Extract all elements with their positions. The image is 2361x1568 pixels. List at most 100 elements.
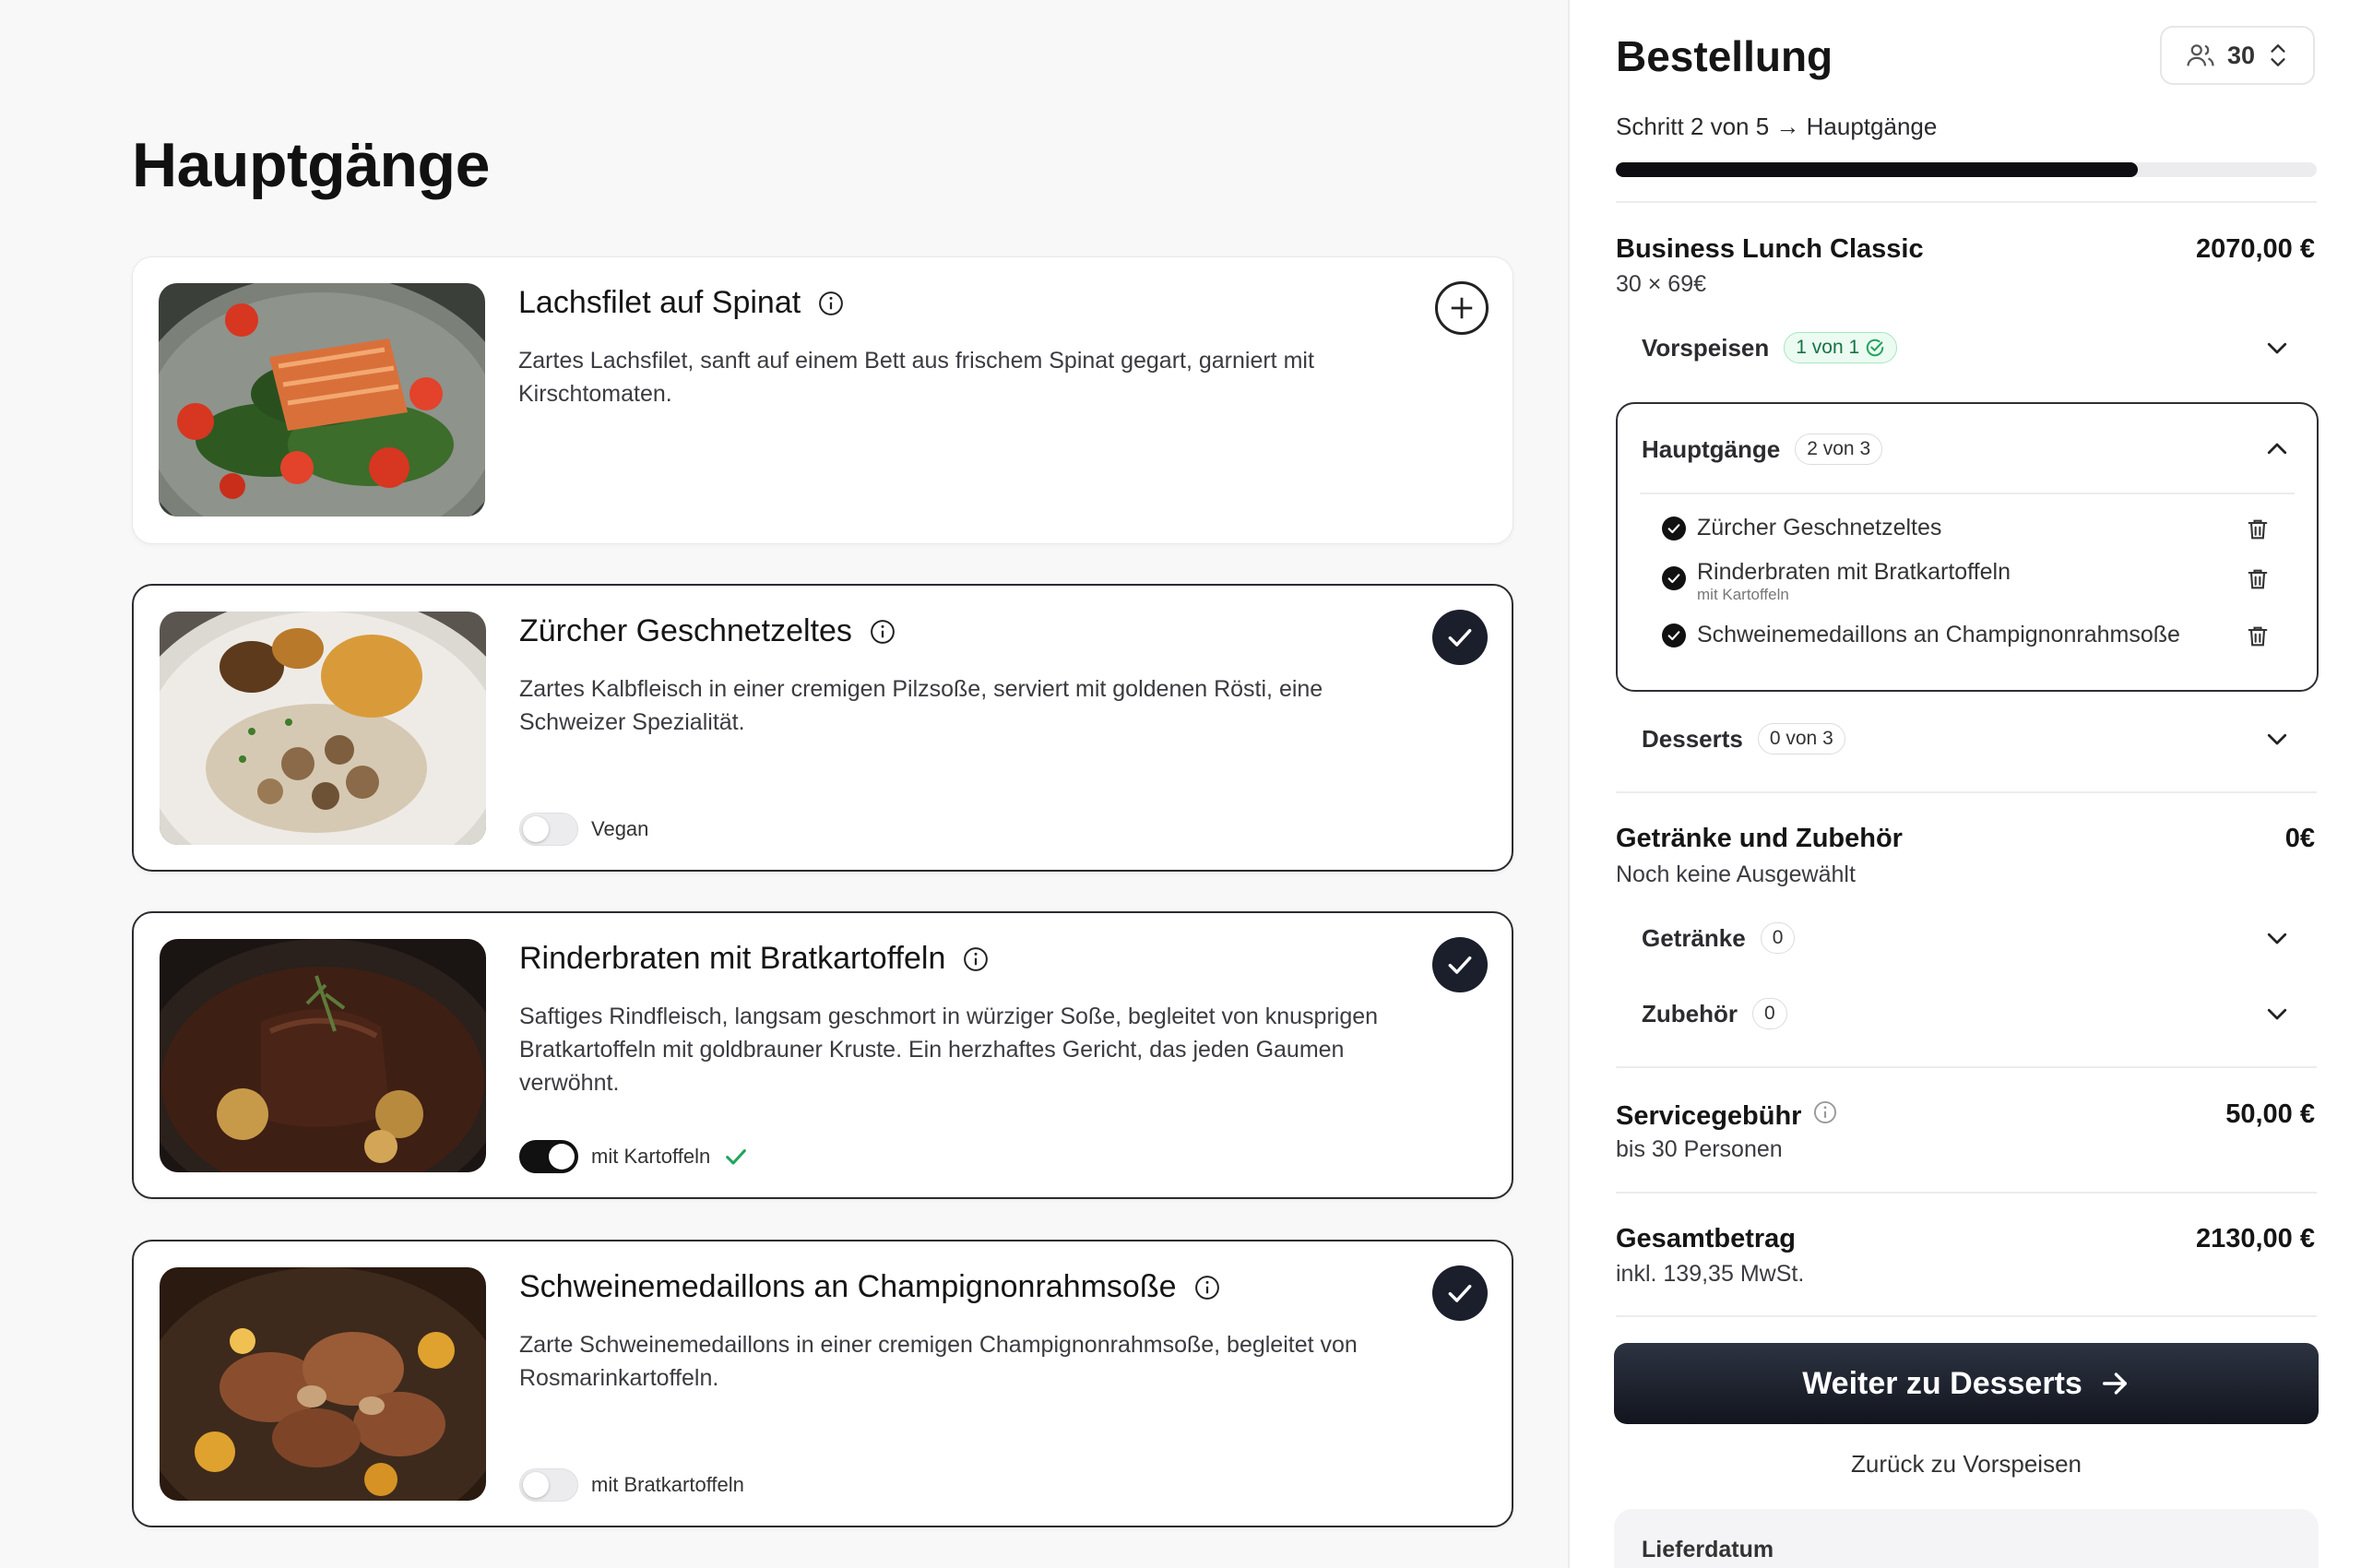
dish-name: Lachsfilet auf Spinat xyxy=(518,285,801,320)
service-subtitle: bis 30 Personen xyxy=(1616,1136,1783,1162)
chevron-up-icon[interactable] xyxy=(2263,435,2291,463)
category-hauptgaenge[interactable]: Hauptgänge 2 von 3 xyxy=(1642,434,2291,465)
divider xyxy=(1616,201,2317,203)
delivery-date-section[interactable]: Lieferdatum xyxy=(1614,1509,2319,1568)
chevron-down-icon[interactable] xyxy=(2263,725,2291,753)
package-name: Business Lunch Classic xyxy=(1616,234,1924,264)
selected-item: Schweinemedaillons an Champignonrahmsoße xyxy=(1662,620,2271,649)
divider xyxy=(1616,791,2317,793)
total-subtitle: inkl. 139,35 MwSt. xyxy=(1616,1261,1805,1287)
progress-bar xyxy=(1616,162,2317,177)
dish-description: Saftiges Rindfleisch, langsam geschmort … xyxy=(519,1004,1379,1096)
option-label: mit Kartoffeln xyxy=(591,1145,711,1168)
category-zubehoer[interactable]: Zubehör 0 xyxy=(1642,998,2291,1029)
category-hauptgaenge-expanded: Hauptgänge 2 von 3 Zürcher Geschnetzelte… xyxy=(1616,402,2319,692)
category-count-badge: 1 von 1 xyxy=(1784,332,1898,363)
dish-image-salmon xyxy=(159,283,485,517)
delivery-label: Lieferdatum xyxy=(1642,1537,1774,1562)
dish-description: Zarte Schweinemedaillons in einer cremig… xyxy=(519,1332,1358,1391)
option-label: mit Bratkartoffeln xyxy=(591,1473,744,1496)
chevron-down-icon[interactable] xyxy=(2263,924,2291,952)
check-icon xyxy=(1448,628,1472,647)
guest-count: 30 xyxy=(2226,41,2256,69)
selected-item-note: mit Kartoffeln xyxy=(1697,586,1789,603)
divider xyxy=(1616,1315,2317,1317)
selected-item-name: Schweinemedaillons an Champignonrahmsoße xyxy=(1697,622,2180,647)
dish-card-lachsfilet[interactable]: Lachsfilet auf Spinat Zartes Lachsfilet,… xyxy=(132,256,1513,544)
add-dish-button[interactable] xyxy=(1435,281,1489,335)
package-detail: 30 × 69€ xyxy=(1616,271,1707,297)
selected-item: Rinderbraten mit Bratkartoffeln mit Kart… xyxy=(1662,557,2271,603)
step-indicator: Schritt 2 von 5 → Hauptgänge xyxy=(1616,113,1938,140)
dish-card-zuercher-geschnetzeltes[interactable]: Zürcher Geschnetzeltes Zartes Kalbfleisc… xyxy=(132,584,1513,872)
category-count-badge: 2 von 3 xyxy=(1795,434,1883,465)
chevron-up-down-icon xyxy=(2271,44,2285,66)
service-price: 50,00 € xyxy=(2225,1099,2315,1129)
package-price: 2070,00 € xyxy=(2195,234,2315,264)
dish-option: mit Bratkartoffeln xyxy=(519,1468,744,1502)
info-icon[interactable] xyxy=(1812,1099,1838,1133)
vegan-toggle[interactable] xyxy=(519,813,578,846)
button-label: Weiter zu Desserts xyxy=(1802,1365,2082,1401)
arrow-right-icon xyxy=(2102,1372,2127,1395)
category-label: Desserts xyxy=(1642,724,1743,753)
dish-description: Zartes Lachsfilet, sanft auf einem Bett … xyxy=(518,348,1314,407)
trash-icon[interactable] xyxy=(2245,517,2271,542)
divider xyxy=(1616,1192,2317,1194)
check-filled-icon xyxy=(1662,624,1686,647)
dish-image-schweinemedaillons xyxy=(160,1267,486,1501)
chevron-down-icon[interactable] xyxy=(2263,334,2291,362)
selected-item: Zürcher Geschnetzeltes xyxy=(1662,513,2271,542)
info-icon[interactable] xyxy=(817,290,845,317)
dish-card-rinderbraten[interactable]: Rinderbraten mit Bratkartoffeln Saftiges… xyxy=(132,911,1513,1199)
category-label: Getränke xyxy=(1642,923,1746,952)
dish-title: Rinderbraten mit Bratkartoffeln xyxy=(519,941,990,977)
check-filled-icon xyxy=(1662,566,1686,590)
dish-name: Zürcher Geschnetzeltes xyxy=(519,613,852,648)
trash-icon[interactable] xyxy=(2245,624,2271,649)
dish-option: mit Kartoffeln xyxy=(519,1140,749,1173)
total-title: Gesamtbetrag xyxy=(1616,1224,1797,1253)
category-label: Zubehör xyxy=(1642,999,1738,1028)
total-price: 2130,00 € xyxy=(2195,1224,2315,1253)
dish-name: Rinderbraten mit Bratkartoffeln xyxy=(519,941,946,976)
info-icon[interactable] xyxy=(869,618,896,646)
mit-kartoffeln-toggle[interactable] xyxy=(519,1140,578,1173)
category-label: Hauptgänge xyxy=(1642,434,1781,463)
check-green-icon xyxy=(726,1149,747,1165)
selected-check-button[interactable] xyxy=(1432,1265,1488,1321)
dish-option: Vegan xyxy=(519,813,648,846)
back-vorspeisen-link[interactable]: Zurück zu Vorspeisen xyxy=(1616,1450,2317,1479)
next-desserts-button[interactable]: Weiter zu Desserts xyxy=(1614,1343,2319,1424)
info-icon[interactable] xyxy=(1193,1274,1221,1301)
dish-title: Lachsfilet auf Spinat xyxy=(518,285,845,321)
dish-card-schweinemedaillons[interactable]: Schweinemedaillons an Champignonrahmsoße… xyxy=(132,1240,1513,1527)
check-filled-icon xyxy=(1662,517,1686,540)
category-count-badge: 0 xyxy=(1760,922,1796,954)
category-count-badge: 0 von 3 xyxy=(1757,723,1845,754)
dish-description: Zartes Kalbfleisch in einer cremigen Pil… xyxy=(519,676,1323,735)
category-count-badge: 0 xyxy=(1752,998,1787,1029)
info-icon[interactable] xyxy=(962,945,990,973)
category-desserts[interactable]: Desserts 0 von 3 xyxy=(1642,723,2291,754)
category-getraenke[interactable]: Getränke 0 xyxy=(1642,922,2291,954)
guest-count-stepper[interactable]: 30 xyxy=(2160,26,2315,85)
dish-title: Schweinemedaillons an Champignonrahmsoße xyxy=(519,1269,1221,1305)
order-panel: Bestellung 30 Schritt 2 von 5 → Hauptgän… xyxy=(1568,0,2361,1568)
chevron-down-icon[interactable] xyxy=(2263,1000,2291,1028)
category-vorspeisen[interactable]: Vorspeisen 1 von 1 xyxy=(1642,332,2291,363)
dish-image-rinderbraten xyxy=(160,939,486,1172)
option-label: Vegan xyxy=(591,817,649,840)
selected-check-button[interactable] xyxy=(1432,610,1488,665)
selected-check-button[interactable] xyxy=(1432,937,1488,992)
selected-item-name: Rinderbraten mit Bratkartoffeln xyxy=(1697,559,2011,585)
mit-bratkartoffeln-toggle[interactable] xyxy=(519,1468,578,1502)
trash-icon[interactable] xyxy=(2245,566,2271,592)
service-title: Servicegebühr xyxy=(1616,1099,1838,1133)
dish-image-geschnetzeltes xyxy=(160,612,486,845)
main-content: Hauptgänge Lachsfilet auf Spinat Zartes … xyxy=(0,0,1568,1568)
check-icon xyxy=(1448,956,1472,974)
order-title: Bestellung xyxy=(1616,32,1833,80)
check-icon xyxy=(1448,1284,1472,1302)
users-icon xyxy=(2187,44,2214,66)
